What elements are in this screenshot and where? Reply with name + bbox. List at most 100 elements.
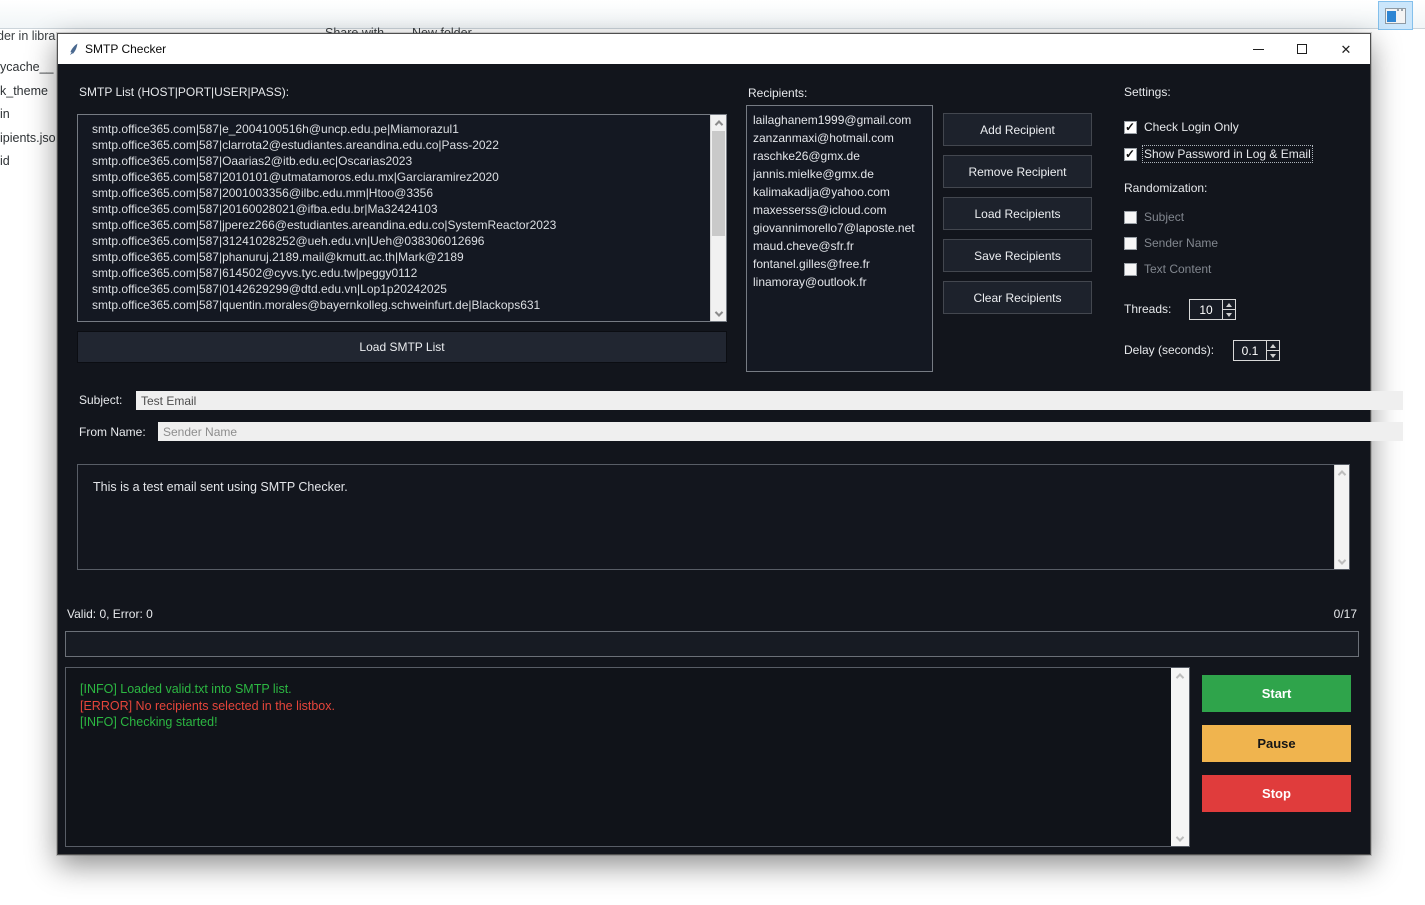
scroll-up-button[interactable] xyxy=(1335,465,1349,480)
randomization-checkbox-label: Sender Name xyxy=(1144,236,1218,250)
randomization-row: Sender Name xyxy=(1124,236,1218,250)
delay-spinbox[interactable]: 0.1 xyxy=(1233,340,1280,361)
close-button[interactable]: ✕ xyxy=(1324,34,1368,64)
triangle-down-icon xyxy=(1270,354,1276,358)
smtp-entry: smtp.office365.com|587|614502@cyvs.tyc.e… xyxy=(92,265,708,281)
recipient-entry[interactable]: zanzanmaxi@hotmail.com xyxy=(753,129,930,147)
body-scrollbar[interactable] xyxy=(1334,465,1349,569)
recipient-action-button[interactable]: Remove Recipient xyxy=(943,155,1092,188)
checkbox-show-password-icon[interactable] xyxy=(1124,148,1137,161)
minimize-icon xyxy=(1253,49,1264,50)
load-smtp-list-button[interactable]: Load SMTP List xyxy=(77,331,727,363)
log-box[interactable]: [INFO] Loaded valid.txt into SMTP list.[… xyxy=(65,667,1190,847)
file-list-item[interactable]: ipients.jso xyxy=(0,127,56,151)
threads-spinner-arrows[interactable] xyxy=(1222,300,1235,319)
chevron-up-icon xyxy=(1176,673,1184,681)
scroll-down-button[interactable] xyxy=(1171,831,1189,846)
email-body-text: This is a test email sent using SMTP Che… xyxy=(93,480,348,494)
recipient-entry[interactable]: lailaghanem1999@gmail.com xyxy=(753,111,930,129)
smtp-entry: smtp.office365.com|587|31241028252@ueh.e… xyxy=(92,233,708,249)
smtp-entry: smtp.office365.com|587|jperez266@estudia… xyxy=(92,217,708,233)
smtp-entry: smtp.office365.com|587|2001003356@ilbc.e… xyxy=(92,185,708,201)
recipient-action-button[interactable]: Clear Recipients xyxy=(943,281,1092,314)
triangle-up-icon xyxy=(1226,303,1232,307)
file-list-item[interactable]: in xyxy=(0,103,56,127)
smtp-entry: smtp.office365.com|587|quentin.morales@b… xyxy=(92,297,708,313)
smtp-list-box[interactable]: smtp.office365.com|587|e_2004100516h@unc… xyxy=(77,114,727,322)
chevron-down-icon xyxy=(1338,556,1346,564)
recipient-entry[interactable]: jannis.mielke@gmx.de xyxy=(753,165,930,183)
chevron-down-icon xyxy=(1176,833,1184,841)
close-icon: ✕ xyxy=(1341,43,1352,56)
threads-spinbox[interactable]: 10 xyxy=(1189,299,1236,320)
scroll-down-button[interactable] xyxy=(1335,554,1349,569)
minimize-button[interactable] xyxy=(1236,34,1280,64)
smtp-list-scrollbar[interactable] xyxy=(710,115,726,321)
checkbox-disabled-icon xyxy=(1124,211,1137,224)
start-button[interactable]: Start xyxy=(1202,675,1351,712)
checkbox-check-login-icon[interactable] xyxy=(1124,121,1137,134)
recipient-entries: lailaghanem1999@gmail.comzanzanmaxi@hotm… xyxy=(753,111,930,371)
from-name-input[interactable]: Sender Name xyxy=(158,422,1403,441)
recipient-entry[interactable]: maxesserss@icloud.com xyxy=(753,201,930,219)
scroll-down-button[interactable] xyxy=(711,306,726,321)
pause-button[interactable]: Pause xyxy=(1202,725,1351,762)
show-password-label: Show Password in Log & Email xyxy=(1144,147,1311,161)
smtp-entry: smtp.office365.com|587|e_2004100516h@unc… xyxy=(92,121,708,137)
subject-input[interactable]: Test Email xyxy=(136,391,1403,410)
scroll-up-button[interactable] xyxy=(711,115,726,130)
recipients-label: Recipients: xyxy=(748,86,807,100)
recipients-list-box[interactable]: lailaghanem1999@gmail.comzanzanmaxi@hotm… xyxy=(746,105,933,372)
from-name-label: From Name: xyxy=(79,425,146,439)
randomization-checkbox-label: Text Content xyxy=(1144,262,1211,276)
window-title: SMTP Checker xyxy=(85,42,166,56)
app-feather-icon xyxy=(67,42,80,57)
chevron-up-icon xyxy=(714,120,722,128)
threads-value[interactable]: 10 xyxy=(1190,300,1222,319)
file-list-item[interactable]: k_theme xyxy=(0,80,56,104)
recipient-entry[interactable]: maud.cheve@sfr.fr xyxy=(753,237,930,255)
delay-spinner-arrows[interactable] xyxy=(1266,341,1279,360)
recipient-entry[interactable]: giovannimorello7@laposte.net xyxy=(753,219,930,237)
email-body-textarea[interactable]: This is a test email sent using SMTP Che… xyxy=(77,464,1350,570)
checkbox-disabled-icon xyxy=(1124,237,1137,250)
log-scrollbar[interactable] xyxy=(1171,668,1189,846)
subject-value: Test Email xyxy=(141,394,196,408)
randomization-row: Text Content xyxy=(1124,262,1218,276)
recipient-entry[interactable]: fontanel.gilles@free.fr xyxy=(753,255,930,273)
checkbox-disabled-icon xyxy=(1124,263,1137,276)
delay-value[interactable]: 0.1 xyxy=(1234,341,1266,360)
smtp-entry: smtp.office365.com|587|clarrota2@estudia… xyxy=(92,137,708,153)
valid-error-status: Valid: 0, Error: 0 xyxy=(67,607,153,621)
recipient-entry[interactable]: linamoray@outlook.fr xyxy=(753,273,930,291)
stop-button[interactable]: Stop xyxy=(1202,775,1351,812)
spin-down-button[interactable] xyxy=(1223,309,1235,319)
randomization-group: Subject Sender Name Text Content xyxy=(1124,210,1218,276)
check-login-only-row[interactable]: Check Login Only xyxy=(1124,120,1239,134)
recipient-action-button[interactable]: Load Recipients xyxy=(943,197,1092,230)
show-password-row[interactable]: Show Password in Log & Email xyxy=(1124,147,1311,161)
progress-counter: 0/17 xyxy=(1334,607,1357,621)
view-toggle-button[interactable] xyxy=(1378,1,1413,30)
smtp-entry: smtp.office365.com|587|0142629299@dtd.ed… xyxy=(92,281,708,297)
scroll-up-button[interactable] xyxy=(1171,668,1189,683)
recipient-action-button[interactable]: Save Recipients xyxy=(943,239,1092,272)
window-preview-icon xyxy=(1385,8,1406,24)
file-list-item[interactable]: id xyxy=(0,150,56,174)
log-lines: [INFO] Loaded valid.txt into SMTP list.[… xyxy=(80,681,1165,731)
file-list-item[interactable]: ycache__ xyxy=(0,56,56,80)
recipient-entry[interactable]: raschke26@gmx.de xyxy=(753,147,930,165)
titlebar[interactable]: SMTP Checker ✕ xyxy=(58,34,1370,64)
log-line: [INFO] Loaded valid.txt into SMTP list. xyxy=(80,681,1165,698)
scrollbar-thumb[interactable] xyxy=(712,131,725,236)
spin-down-button[interactable] xyxy=(1267,350,1279,360)
smtp-entry: smtp.office365.com|587|20160028021@ifba.… xyxy=(92,201,708,217)
explorer-breadcrumb-clipped: der in libra xyxy=(0,29,55,43)
spin-up-button[interactable] xyxy=(1267,341,1279,350)
maximize-button[interactable] xyxy=(1280,34,1324,64)
smtp-list-label: SMTP List (HOST|PORT|USER|PASS): xyxy=(79,85,289,99)
spin-up-button[interactable] xyxy=(1223,300,1235,309)
recipient-action-button[interactable]: Add Recipient xyxy=(943,113,1092,146)
smtp-entries: smtp.office365.com|587|e_2004100516h@unc… xyxy=(92,121,708,321)
recipient-entry[interactable]: kalimakadija@yahoo.com xyxy=(753,183,930,201)
